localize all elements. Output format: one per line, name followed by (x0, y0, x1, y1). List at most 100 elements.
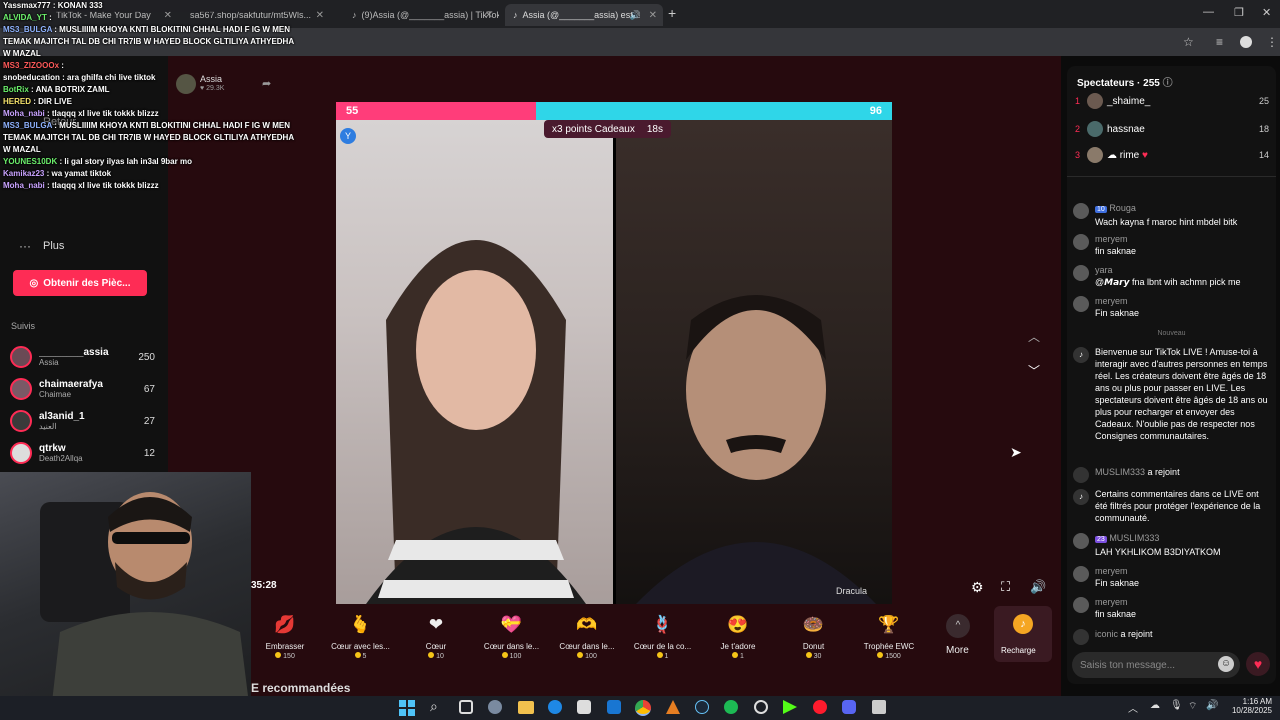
kick-icon[interactable] (783, 700, 797, 714)
comment-text: Fin saknae (1095, 308, 1140, 318)
top-viewer[interactable]: 1 _shaime_ 25 (1075, 92, 1269, 110)
gift-item[interactable]: 🫰 Cœur avec les... 5 (325, 612, 397, 660)
gift-name: Je t'adore (720, 642, 756, 651)
file-explorer-icon[interactable] (518, 701, 534, 714)
following-item[interactable]: chaimaerafya Chaimae 67 (10, 374, 155, 404)
chat-comment[interactable]: yara @𝙈𝙖𝙧𝙮 fna lbnt wih achmn pick me (1073, 264, 1271, 288)
donut-icon: 🍩 (802, 615, 825, 634)
profile-icon[interactable] (1240, 36, 1252, 48)
settings-icon[interactable]: ⚙ (971, 579, 984, 596)
close-tab-icon[interactable]: ✕ (316, 10, 324, 21)
close-tab-icon[interactable]: ✕ (649, 10, 657, 21)
gift-price: 100 (551, 652, 623, 660)
chrome-icon[interactable] (635, 700, 651, 716)
chat-comment[interactable]: meryem Fin saknae (1073, 565, 1271, 589)
tray-chevron-icon[interactable]: ︿ (1128, 700, 1138, 715)
close-tab-icon[interactable]: ✕ (485, 10, 493, 21)
windows-start-icon[interactable] (399, 700, 415, 716)
chevron-down-icon[interactable]: ﹀ (1028, 362, 1040, 379)
gift-item[interactable]: 😍 Je t'adore 1 (702, 612, 774, 660)
close-window-icon[interactable]: ✕ (1262, 6, 1271, 19)
more-gifts-icon[interactable]: ^ (946, 614, 970, 638)
viewer-rank: 2 (1075, 124, 1081, 134)
browser-tab[interactable]: ♪ (9)Assia (@_______assia) | TikTok ✕ (344, 4, 499, 26)
avatar (10, 442, 32, 464)
chevron-up-icon[interactable]: ︿ (1028, 328, 1040, 345)
gift-item[interactable]: 💋 Embrasser 150 (249, 612, 321, 660)
minimize-icon[interactable]: — (1203, 6, 1214, 18)
emoji-icon[interactable]: ☺ (1218, 656, 1234, 672)
overlay-chat-user: MS3_BULGA (3, 121, 53, 130)
speaker-icon[interactable]: 🔊 (630, 10, 641, 21)
gift-item[interactable]: 🪢 Cœur de la co... 1 (627, 612, 699, 660)
overlay-chat-text: : (59, 61, 64, 70)
comment-user: yara (1095, 265, 1113, 275)
filtered-notice: ♪ Certains commentaires dans ce LIVE ont … (1073, 488, 1271, 524)
tray-app-icon[interactable]: ☁ (1150, 700, 1160, 711)
gift-price: 150 (249, 652, 321, 660)
store-icon[interactable] (577, 700, 591, 714)
edge-icon[interactable] (548, 700, 562, 714)
following-item[interactable]: qtrkw Death2Allqa 12 (10, 438, 155, 468)
gift-item[interactable]: 🏆 Trophée EWC 1500 (853, 612, 925, 660)
gift-item[interactable]: ❤ Cœur 10 (400, 612, 472, 660)
chat-comment[interactable]: 10 Rouga Wach kayna f maroc hint mbdel bi… (1073, 202, 1271, 228)
chat-comment[interactable]: meryem fin saknae (1073, 596, 1271, 620)
comment-text: @𝙈𝙖𝙧𝙮 fna lbnt wih achmn pick me (1095, 277, 1241, 287)
settings-app-icon[interactable] (488, 700, 502, 714)
gift-heart-icon[interactable]: ♥ (1246, 652, 1270, 676)
gift-price: 100 (476, 652, 548, 660)
following-count: 250 (138, 351, 155, 363)
star-icon[interactable]: ☆ (1183, 35, 1194, 49)
chat-comment[interactable]: 23 MUSLIM333 LAH YKHLIKOM B3DIYATKOM (1073, 532, 1271, 558)
more-gifts-label[interactable]: More (946, 645, 969, 656)
filtered-text: Certains commentaires dans ce LIVE ont é… (1095, 489, 1261, 523)
steam-icon[interactable] (695, 700, 709, 714)
knot-heart-icon: 🪢 (651, 615, 674, 634)
following-item[interactable]: ________assia Assia 250 (10, 342, 155, 372)
browser-tab-active[interactable]: ♪ Assia (@_______assia) est... 🔊 ✕ (505, 4, 663, 26)
menu-dots-icon[interactable]: ⋮ (1266, 35, 1278, 49)
following-title: Suivis (11, 321, 36, 331)
discord-icon[interactable] (842, 700, 856, 714)
overlay-chat-line: MS3_BULGA : MUSLIIIIM KHOYA KNTI BLOKITI… (0, 120, 300, 156)
chat-message-input[interactable]: Saisis ton message... (1072, 652, 1240, 678)
chat-comment[interactable]: meryem fin saknae (1073, 233, 1271, 257)
vlc-icon[interactable] (666, 700, 680, 714)
maximize-icon[interactable]: ❐ (1234, 6, 1244, 19)
clock[interactable]: 1:16 AM 10/28/2025 (1228, 697, 1272, 715)
viewer-name: hassnae (1107, 123, 1145, 135)
more-link[interactable]: Plus (43, 240, 64, 252)
comment-user: meryem (1095, 597, 1128, 607)
more-dots-icon: ··· (19, 239, 31, 253)
task-view-icon[interactable] (459, 700, 473, 714)
opera-icon[interactable] (813, 700, 827, 714)
top-viewer[interactable]: 2 hassnae 18 (1075, 120, 1269, 138)
opponent-silhouette (636, 295, 876, 604)
gift-item[interactable]: 🍩 Donut 30 (778, 612, 850, 660)
top-viewer[interactable]: 3 ☁ rime ♥ 14 (1075, 146, 1269, 164)
wifi-icon[interactable]: ⌔ (1188, 700, 1197, 713)
spotify-icon[interactable] (724, 700, 738, 714)
gift-price: 30 (778, 652, 850, 660)
chat-comment[interactable]: meryem Fin saknae (1073, 295, 1271, 319)
overlay-chat-user: Moha_nabi (3, 109, 45, 118)
overlay-chat-text: : tlaqqq xl live tik tokkk blizzz (44, 109, 159, 118)
gift-item[interactable]: 🫶 Cœur dans le... 100 (551, 612, 623, 660)
search-icon[interactable]: ⌕ (430, 698, 438, 715)
fullscreen-icon[interactable]: ⛶ (1001, 579, 1010, 595)
calculator-icon[interactable] (872, 700, 886, 714)
speaker-tray-icon[interactable]: 🔊 (1206, 700, 1218, 711)
mic-icon[interactable]: 🎙 (1170, 700, 1183, 711)
get-coins-button[interactable]: ◎ Obtenir des Pièc... (13, 270, 147, 296)
outlook-icon[interactable] (607, 700, 621, 714)
volume-icon[interactable]: 🔊 (1030, 579, 1046, 595)
comment-text: LAH YKHLIKOM B3DIYATKOM (1095, 547, 1221, 557)
comment-text: Wach kayna f maroc hint mbdel bitk (1095, 217, 1238, 227)
gift-item[interactable]: 💝 Cœur dans le... 100 (476, 612, 548, 660)
obs-icon[interactable] (754, 700, 768, 714)
new-tab-icon[interactable]: + (668, 5, 676, 21)
media-control-icon[interactable]: ≡ (1216, 35, 1223, 49)
recharge-button[interactable]: ♪ Recharge (994, 606, 1052, 662)
following-item[interactable]: al3anid_1 العنيد 27 (10, 406, 155, 436)
